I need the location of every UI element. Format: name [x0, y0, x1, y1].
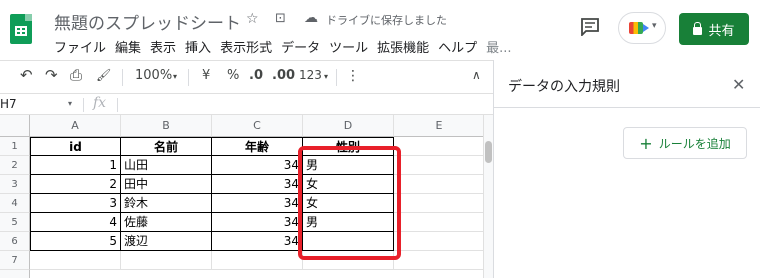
save-status: ドライブに保存しました: [326, 14, 447, 27]
move-to-folder-icon[interactable]: ⊡: [275, 11, 286, 26]
cell-b5[interactable]: 佐藤: [121, 213, 212, 232]
row-header-6[interactable]: 6: [0, 232, 30, 251]
plus-icon: +: [639, 133, 653, 153]
cell-b1[interactable]: 名前: [121, 137, 212, 156]
cloud-saved-icon[interactable]: ☁: [304, 10, 318, 26]
menu-format[interactable]: 表示形式: [220, 37, 272, 56]
menu-file[interactable]: ファイル: [54, 37, 106, 56]
cell-e6[interactable]: [394, 232, 483, 251]
menu-insert[interactable]: 挿入: [185, 37, 211, 56]
cell-c6[interactable]: 34: [212, 232, 303, 251]
row-header-8[interactable]: [0, 270, 30, 278]
cell-c5[interactable]: 34: [212, 213, 303, 232]
cell-c7[interactable]: [212, 251, 303, 270]
redo-icon[interactable]: ↷: [45, 66, 58, 84]
cell-e1[interactable]: [394, 137, 483, 156]
cell-c4[interactable]: 34: [212, 194, 303, 213]
cell-b4[interactable]: 鈴木: [121, 194, 212, 213]
row-header-4[interactable]: 4: [0, 194, 30, 213]
cell-c2[interactable]: 34: [212, 156, 303, 175]
menu-last-edit[interactable]: 最...: [486, 37, 511, 56]
meet-button[interactable]: ▾: [618, 12, 666, 44]
print-icon[interactable]: ⎙: [70, 66, 82, 84]
cell-b3[interactable]: 田中: [121, 175, 212, 194]
cell-e4[interactable]: [394, 194, 483, 213]
formula-bar: H7 ▾ fx: [0, 93, 493, 115]
panel-title: データの入力規則: [508, 79, 620, 95]
row-header-2[interactable]: 2: [0, 156, 30, 175]
column-header-a[interactable]: A: [30, 115, 121, 137]
cell-a4[interactable]: 3: [30, 194, 121, 213]
percent-format-button[interactable]: %: [227, 68, 239, 83]
close-icon[interactable]: ✕: [732, 75, 745, 94]
menu-help[interactable]: ヘルプ: [438, 37, 477, 56]
row-header-5[interactable]: 5: [0, 213, 30, 232]
row-header-3[interactable]: 3: [0, 175, 30, 194]
more-formats-button[interactable]: 123: [299, 68, 322, 82]
row-header-7[interactable]: 7: [0, 251, 30, 270]
cell-a3[interactable]: 2: [30, 175, 121, 194]
chevron-down-icon[interactable]: ▾: [68, 99, 72, 108]
menu-view[interactable]: 表示: [150, 37, 176, 56]
more-options-icon[interactable]: ⋮: [346, 68, 360, 84]
spreadsheet-grid[interactable]: A B C D E 1 2 3 4 5 6 7 id 名前 年齢 性別 1 山田…: [0, 115, 483, 278]
sheets-logo-icon[interactable]: [10, 14, 32, 44]
menu-tools[interactable]: ツール: [329, 37, 368, 56]
currency-format-button[interactable]: ¥: [202, 68, 210, 83]
cell-a2[interactable]: 1: [30, 156, 121, 175]
select-all-corner[interactable]: [0, 115, 30, 137]
column-header-c[interactable]: C: [212, 115, 303, 137]
cell-c3[interactable]: 34: [212, 175, 303, 194]
lock-icon: [693, 22, 703, 35]
cell-e7[interactable]: [394, 251, 483, 270]
cell-a1[interactable]: id: [30, 137, 121, 156]
column-header-e[interactable]: E: [394, 115, 483, 137]
scrollbar-thumb[interactable]: [485, 141, 492, 163]
cell-c1[interactable]: 年齢: [212, 137, 303, 156]
collapse-toolbar-icon[interactable]: ∧: [472, 68, 481, 82]
cell-e3[interactable]: [394, 175, 483, 194]
meet-camera-icon: [629, 22, 649, 34]
cell-b2[interactable]: 山田: [121, 156, 212, 175]
chevron-down-icon[interactable]: ▾: [173, 72, 177, 81]
add-rule-label: ルールを追加: [658, 136, 731, 151]
cell-a5[interactable]: 4: [30, 213, 121, 232]
highlight-annotation-box: [298, 146, 401, 260]
row-header-1[interactable]: 1: [0, 137, 30, 156]
cell-e5[interactable]: [394, 213, 483, 232]
data-validation-panel: データの入力規則 ✕ + ルールを追加: [493, 60, 760, 278]
menu-bar: ファイル 編集 表示 挿入 表示形式 データ ツール 拡張機能 ヘルプ 最...: [54, 37, 521, 56]
undo-icon[interactable]: ↶: [20, 66, 33, 84]
column-header-b[interactable]: B: [121, 115, 212, 137]
decrease-decimal-button[interactable]: .0: [249, 68, 263, 83]
comment-icon[interactable]: [580, 18, 600, 36]
document-title[interactable]: 無題のスプレッドシート: [54, 9, 241, 34]
cell-a6[interactable]: 5: [30, 232, 121, 251]
increase-decimal-button[interactable]: .00: [272, 68, 295, 83]
name-box[interactable]: H7: [0, 97, 17, 111]
star-icon[interactable]: ☆: [246, 11, 259, 27]
cell-b7[interactable]: [121, 251, 212, 270]
paint-format-icon[interactable]: 🖌: [96, 68, 111, 82]
share-label: 共有: [708, 23, 735, 39]
chevron-down-icon: ▾: [652, 21, 657, 31]
function-icon: fx: [93, 95, 107, 111]
app-header: 無題のスプレッドシート ☆ ⊡ ☁ ドライブに保存しました ファイル 編集 表示…: [0, 0, 760, 60]
add-rule-button[interactable]: + ルールを追加: [623, 127, 747, 159]
zoom-select[interactable]: 100%: [135, 68, 172, 83]
chevron-down-icon[interactable]: ▾: [324, 72, 328, 81]
toolbar: ↶ ↷ ⎙ 🖌 100% ▾ ¥ % .0 .00 123 ▾ ⋮ ∧: [0, 60, 493, 92]
cell-e2[interactable]: [394, 156, 483, 175]
cell-b6[interactable]: 渡辺: [121, 232, 212, 251]
menu-data[interactable]: データ: [281, 37, 320, 56]
vertical-scrollbar[interactable]: [483, 115, 493, 278]
share-button[interactable]: 共有: [679, 13, 749, 45]
cell-a7[interactable]: [30, 251, 121, 270]
column-header-d[interactable]: D: [303, 115, 394, 137]
menu-extensions[interactable]: 拡張機能: [377, 37, 429, 56]
menu-edit[interactable]: 編集: [115, 37, 141, 56]
